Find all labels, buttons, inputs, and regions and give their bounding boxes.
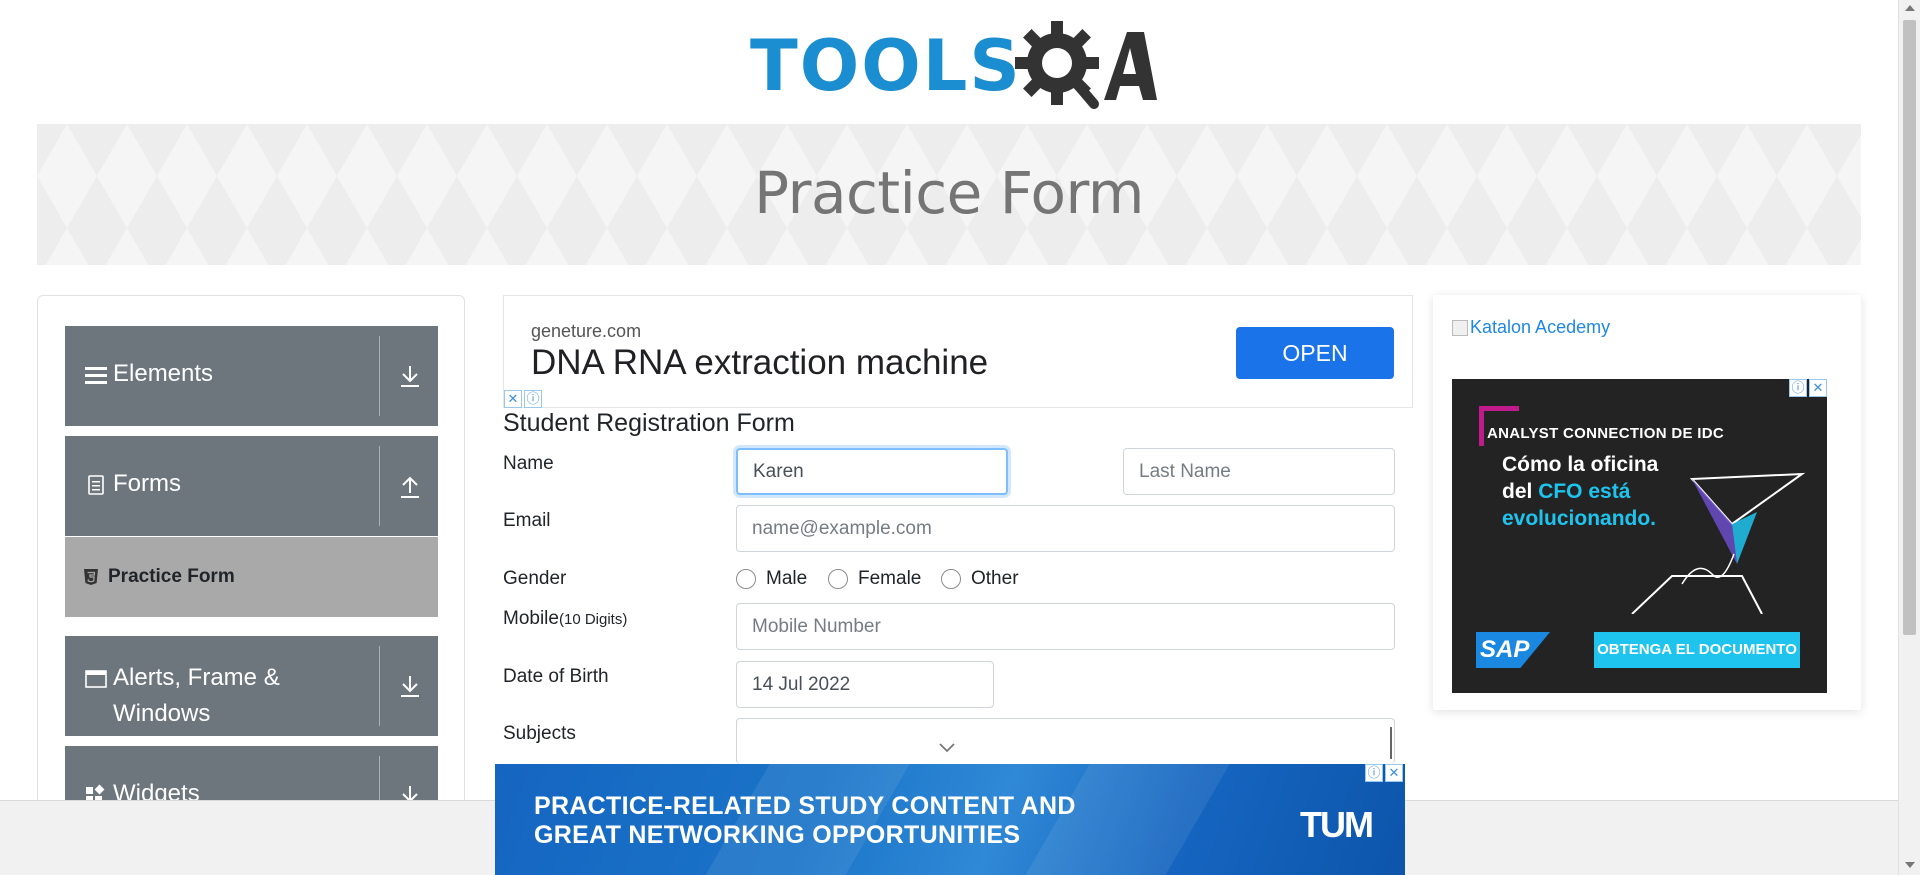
- gear-logo-icon: [1015, 21, 1157, 109]
- ad-choices[interactable]: ✕ ⓘ: [504, 390, 542, 408]
- bottom-ad-text: PRACTICE-RELATED STUDY CONTENT AND GREAT…: [534, 792, 1076, 850]
- divider: [379, 446, 380, 526]
- form-title: Student Registration Form: [503, 409, 795, 437]
- chevron-down-icon[interactable]: [937, 741, 957, 755]
- window-icon: [85, 670, 107, 688]
- separator: [1390, 727, 1392, 759]
- radio-label: Other: [971, 568, 1019, 589]
- scroll-up-icon[interactable]: [1905, 5, 1915, 11]
- hamburger-icon: [85, 367, 107, 384]
- vertical-scrollbar[interactable]: [1898, 0, 1920, 875]
- mobile-hint: (10 Digits): [558, 611, 628, 628]
- bottom-ad-line: PRACTICE-RELATED STUDY CONTENT AND: [534, 792, 1076, 820]
- ad-choices[interactable]: ⓘ ✕: [1365, 764, 1403, 782]
- sidebar-group-elements[interactable]: Elements: [65, 326, 438, 426]
- bottom-advertisement[interactable]: PRACTICE-RELATED STUDY CONTENT AND GREAT…: [495, 764, 1405, 875]
- ad-choices[interactable]: ⓘ ✕: [1789, 379, 1827, 397]
- ad-open-button[interactable]: OPEN: [1236, 327, 1394, 379]
- sap-advertisement[interactable]: ANALYST CONNECTION DE IDC Cómo la oficin…: [1452, 379, 1827, 693]
- katalon-academy-link[interactable]: Katalon Acedemy: [1452, 317, 1610, 338]
- ad-line-text: del: [1502, 480, 1539, 503]
- sidebar-group-label: Elements: [113, 360, 214, 387]
- sidebar-group-label-line2: Windows: [113, 700, 211, 727]
- email-label: Email: [503, 510, 551, 531]
- sidebar-item-label: Practice Form: [108, 566, 235, 587]
- gender-label: Gender: [503, 568, 567, 589]
- radio-circle[interactable]: [736, 569, 756, 589]
- toolsqa-logo[interactable]: TOOLS: [750, 18, 1157, 114]
- info-icon[interactable]: ⓘ: [1365, 764, 1383, 782]
- mobile-label: Mobile(10 Digits): [503, 608, 627, 630]
- sidebar-group-label: Forms: [113, 470, 181, 497]
- close-icon[interactable]: ✕: [1809, 379, 1827, 397]
- radio-label: Female: [858, 568, 922, 589]
- tum-logo: TUM: [1300, 804, 1374, 845]
- ad-kicker: ANALYST CONNECTION DE IDC: [1487, 425, 1724, 442]
- upload-arrow-icon[interactable]: [399, 474, 421, 500]
- info-icon[interactable]: ⓘ: [524, 390, 542, 408]
- sap-logo: SAP: [1476, 632, 1550, 668]
- bottom-ad-line: GREAT NETWORKING OPPORTUNITIES: [534, 821, 1021, 849]
- subjects-label: Subjects: [503, 723, 576, 744]
- download-arrow-icon[interactable]: [399, 364, 421, 390]
- close-icon[interactable]: ✕: [1385, 764, 1403, 782]
- last-name-input[interactable]: [1123, 448, 1395, 495]
- mobile-label-text: Mobile: [503, 608, 559, 629]
- divider: [379, 336, 380, 416]
- ad-domain: geneture.com: [531, 321, 642, 341]
- broken-image-icon: [1452, 319, 1468, 336]
- page-banner: Practice Form: [37, 124, 1861, 265]
- divider: [379, 646, 380, 726]
- gender-radio-other[interactable]: Other: [941, 568, 1019, 590]
- gender-radio-female[interactable]: Female: [828, 568, 921, 590]
- email-input[interactable]: [736, 505, 1395, 552]
- ad-cta-button[interactable]: OBTENGA EL DOCUMENTO: [1594, 632, 1800, 668]
- info-icon[interactable]: ⓘ: [1789, 379, 1807, 397]
- left-sidebar: Elements Forms Practice Form Alerts, Fra…: [37, 295, 465, 815]
- gender-radio-male[interactable]: Male: [736, 568, 807, 590]
- radio-label: Male: [766, 568, 808, 589]
- page-title: Practice Form: [754, 159, 1144, 227]
- date-of-birth-input[interactable]: [736, 661, 994, 708]
- first-name-input[interactable]: [736, 448, 1008, 495]
- logo-text: TOOLS: [750, 25, 1022, 107]
- sidebar-group-label: Alerts, Frame &: [113, 664, 280, 691]
- mobile-input[interactable]: [736, 603, 1395, 650]
- paper-plane-icon: [1631, 472, 1806, 614]
- radio-circle[interactable]: [941, 569, 961, 589]
- subjects-input[interactable]: [736, 718, 1395, 764]
- katalon-link-text[interactable]: Katalon Acedemy: [1470, 317, 1610, 338]
- right-ad-column: Katalon Acedemy ANALYST CONNECTION DE ID…: [1433, 295, 1861, 710]
- document-icon: [88, 475, 104, 495]
- top-advertisement[interactable]: geneture.com DNA RNA extraction machine …: [503, 295, 1413, 408]
- name-label: Name: [503, 453, 554, 474]
- sidebar-item-practice-form[interactable]: Practice Form: [65, 537, 438, 617]
- close-icon[interactable]: ✕: [504, 390, 522, 408]
- radio-circle[interactable]: [828, 569, 848, 589]
- ad-headline[interactable]: DNA RNA extraction machine: [531, 343, 988, 383]
- download-arrow-icon[interactable]: [399, 674, 421, 700]
- scrollbar-thumb[interactable]: [1903, 20, 1916, 635]
- dob-label: Date of Birth: [503, 666, 609, 687]
- html5-icon: [84, 569, 98, 585]
- scroll-down-icon[interactable]: [1905, 862, 1915, 868]
- sidebar-group-alerts[interactable]: Alerts, Frame & Windows: [65, 636, 438, 736]
- sidebar-group-forms[interactable]: Forms: [65, 436, 438, 536]
